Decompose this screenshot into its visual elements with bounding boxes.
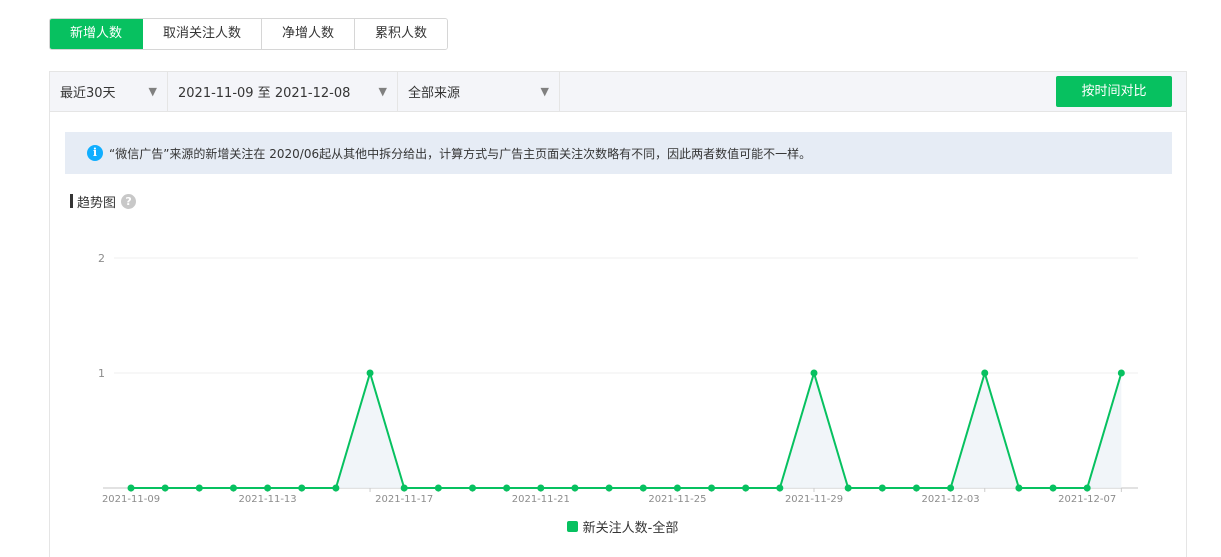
data-point: [844, 484, 852, 492]
series-area: [131, 373, 1122, 488]
data-point: [981, 369, 989, 377]
data-point: [878, 484, 886, 492]
x-tick-label: 2021-11-09: [102, 494, 160, 505]
x-tick-label: 2021-12-07: [1058, 494, 1116, 505]
legend-item[interactable]: 新关注人数-全部: [566, 517, 679, 536]
data-point: [1083, 484, 1091, 492]
data-point: [503, 484, 511, 492]
x-tick-label: 2021-12-03: [922, 494, 980, 505]
data-point: [571, 484, 579, 492]
y-tick-label: 1: [98, 367, 105, 380]
data-point: [810, 369, 818, 377]
data-point: [469, 484, 476, 492]
data-point: [195, 484, 203, 492]
x-tick-label: 2021-11-29: [785, 494, 843, 505]
data-point: [1049, 484, 1057, 492]
x-tick-label: 2021-11-17: [375, 494, 433, 505]
legend-swatch: [566, 521, 578, 532]
data-point: [742, 484, 750, 492]
chart-legend: 新关注人数-全部: [0, 517, 1221, 536]
y-tick-label: 2: [98, 252, 105, 265]
data-point: [229, 484, 237, 492]
x-tick-label: 2021-11-13: [239, 494, 297, 505]
data-point: [298, 484, 306, 492]
data-point: [1117, 369, 1125, 377]
data-point: [947, 484, 955, 492]
legend-label: 新关注人数-全部: [582, 521, 679, 536]
data-point: [264, 484, 272, 492]
data-point: [639, 484, 647, 492]
data-point: [708, 484, 716, 492]
data-point: [537, 484, 545, 492]
data-point: [605, 484, 613, 492]
data-point: [366, 369, 374, 377]
data-point: [161, 484, 169, 492]
data-point: [434, 484, 442, 492]
data-point: [1015, 484, 1023, 492]
data-point: [332, 484, 340, 492]
x-tick-label: 2021-11-21: [512, 494, 570, 505]
trend-chart: 1 2 2021-11-09 2021-11-13 2021-11-17 2021-11-…: [98, 252, 1138, 505]
data-point: [673, 484, 681, 492]
x-tick-label: 2021-11-25: [648, 494, 706, 505]
data-point: [912, 484, 920, 492]
data-point: [400, 484, 408, 492]
data-point: [776, 484, 784, 492]
data-point: [127, 484, 135, 492]
